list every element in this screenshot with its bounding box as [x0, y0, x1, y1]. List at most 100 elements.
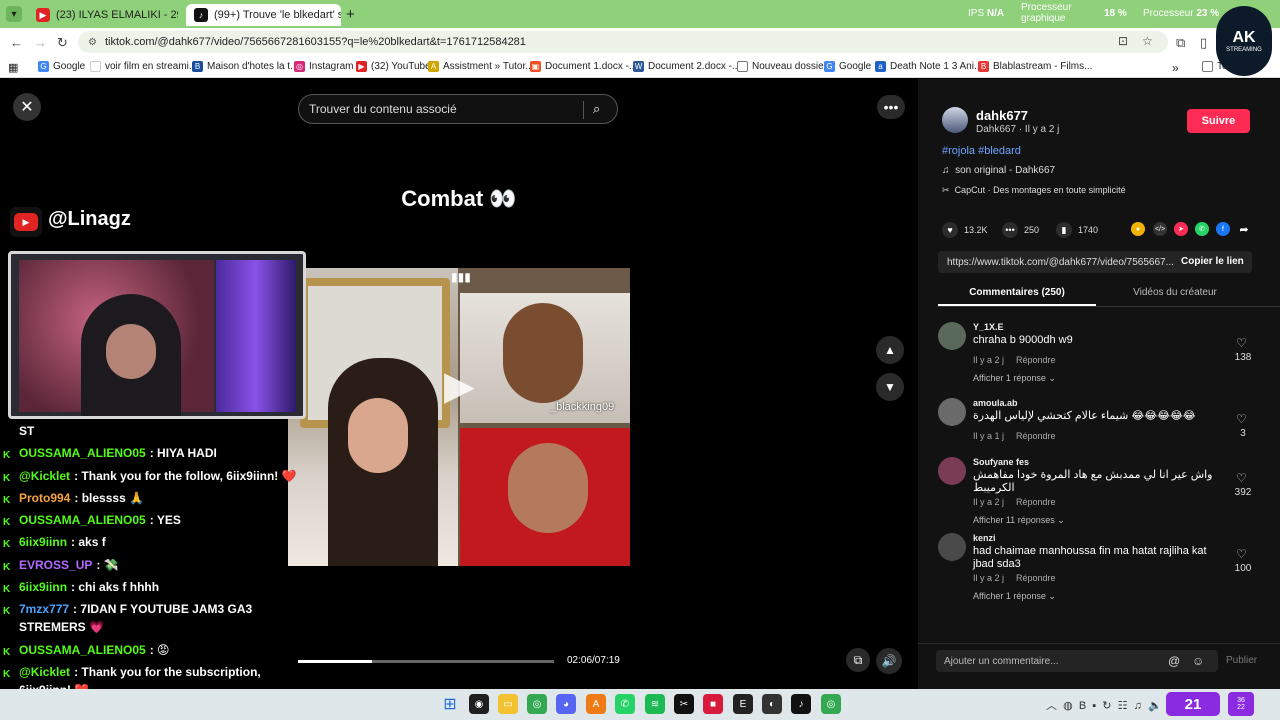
show-replies-link[interactable]: Afficher 1 réponse ⌄ [973, 373, 1056, 384]
play-icon[interactable]: ▶ [444, 363, 475, 409]
next-video-button[interactable]: ▼ [876, 373, 904, 401]
facebook-icon[interactable]: f [1216, 222, 1230, 236]
chat-username[interactable]: @Kicklet [19, 469, 70, 483]
search-icon[interactable]: ⌕ [593, 101, 600, 117]
spotify-icon[interactable]: ≋ [645, 694, 665, 714]
back-icon[interactable]: ← [10, 35, 23, 50]
commenter-username[interactable]: kenzi [973, 533, 996, 543]
commenter-avatar[interactable] [938, 457, 966, 485]
install-app-icon[interactable]: ⊡ [1118, 34, 1128, 48]
add-comment-input[interactable]: Ajouter un commentaire... @ ☺ [936, 650, 1218, 672]
mention-icon[interactable]: @ [1168, 654, 1180, 668]
url-bar[interactable]: ⚙ tiktok.com/@dahk677/video/756566728160… [78, 31, 1168, 53]
chat-username[interactable]: ST [19, 424, 34, 438]
bookmark-film[interactable]: voir film en streami... [90, 61, 197, 72]
commenter-username[interactable]: amoula.ab [973, 398, 1018, 408]
extensions-icon[interactable]: ⧉ [1176, 35, 1185, 51]
copy-link-button[interactable]: Copier le lien [1181, 256, 1244, 267]
video-progress-bar[interactable] [298, 660, 554, 663]
tab-comments[interactable]: Commentaires (250) [938, 287, 1096, 298]
bookmark-star-icon[interactable]: ☆ [1142, 34, 1153, 48]
comment-like-icon[interactable]: ♡ [1236, 412, 1247, 426]
comment-like-icon[interactable]: ♡ [1236, 471, 1247, 485]
save-count[interactable]: ▮ 1740 [1056, 222, 1098, 238]
bookmark-blablastream[interactable]: B Blablastream - Films... [978, 61, 1092, 72]
whatsapp-icon[interactable]: ✆ [615, 694, 635, 714]
reply-link[interactable]: Répondre [1016, 573, 1056, 583]
site-info-icon[interactable]: ⚙ [88, 37, 97, 48]
system-tray[interactable]: ︿ ◍ B ▪ ↻ ☷ ♫ 🔈 [1046, 697, 1162, 713]
bookmark-maison[interactable]: B Maison d'hotes la t... [192, 61, 298, 72]
picture-in-picture-button[interactable]: ⧉ [846, 648, 870, 672]
chat-username[interactable]: @Kicklet [19, 665, 70, 679]
chat-username[interactable]: 6iix9iinn [19, 535, 67, 549]
bookmark-google[interactable]: G Google [38, 61, 85, 72]
follow-button[interactable]: Suivre [1187, 109, 1250, 133]
chrome-active-icon[interactable]: ◎ [821, 694, 841, 714]
chat-username[interactable]: EVROSS_UP [19, 558, 92, 572]
author-avatar[interactable] [942, 107, 968, 133]
tab-youtube[interactable]: ▶ (23) ILYAS ELMALIKI - 29 / Octo × [28, 4, 178, 26]
bookmark-google-2[interactable]: G Google [824, 61, 871, 72]
tab-tiktok[interactable]: ♪ (99+) Trouve 'le blkedart' sur Tik × [186, 4, 341, 26]
chat-username[interactable]: 6iix9iinn [19, 580, 67, 594]
whatsapp-icon[interactable]: ✆ [1195, 222, 1209, 236]
chrome-icon[interactable]: ◎ [527, 694, 547, 714]
clock[interactable]: 36 22 [1228, 692, 1254, 716]
chat-username[interactable]: 7mzx777 [19, 602, 69, 616]
search-icon[interactable]: ◉ [469, 694, 489, 714]
chat-username[interactable]: Proto994 [19, 491, 70, 505]
bookmark-instagram[interactable]: ◎ Instagram [294, 61, 353, 72]
publish-button[interactable]: Publier [1226, 655, 1257, 666]
previous-video-button[interactable]: ▲ [876, 336, 904, 364]
related-search-input[interactable]: Trouver du contenu associé ⌕ [298, 94, 618, 124]
tiktok-icon[interactable]: ♪ [791, 694, 811, 714]
discord-icon[interactable]: ◕ [556, 694, 576, 714]
todo-icon[interactable]: ■ [703, 694, 723, 714]
like-count[interactable]: ♥ 13.2K [942, 222, 988, 238]
volume-button[interactable]: 🔊 [876, 648, 902, 674]
bookmark-assistment[interactable]: A Assistment » Tutor... [428, 61, 534, 72]
file-explorer-icon[interactable]: ▭ [498, 694, 518, 714]
reply-link[interactable]: Répondre [1016, 431, 1056, 441]
comment-count[interactable]: ••• 250 [1002, 222, 1039, 238]
sidebar-icon[interactable]: ▯ [1200, 35, 1207, 51]
video-player[interactable]: _blackking09 ▮▮▮ ▶ [288, 268, 630, 566]
chat-username[interactable]: OUSSAMA_ALIENO05 [19, 513, 146, 527]
epic-games-icon[interactable]: E [733, 694, 753, 714]
capcut-link[interactable]: ✂ CapCut · Des montages en toute simplic… [942, 185, 1126, 196]
kick-notification-badge[interactable]: 21 [1166, 692, 1220, 716]
reply-link[interactable]: Répondre [1016, 355, 1056, 365]
capcut-icon[interactable]: ✂ [674, 694, 694, 714]
comment-like-icon[interactable]: ♡ [1236, 547, 1247, 561]
bookmark-folder[interactable]: Nouveau dossier [737, 61, 827, 72]
show-replies-link[interactable]: Afficher 11 réponses ⌄ [973, 515, 1065, 526]
emoji-icon[interactable]: ☺ [1192, 654, 1204, 668]
reload-icon[interactable]: ↻ [57, 35, 68, 51]
more-options-button[interactable]: ••• [877, 95, 905, 119]
bookmark-document2[interactable]: W Document 2.docx -... [633, 61, 740, 72]
new-tab-button[interactable]: + [346, 6, 355, 23]
commenter-avatar[interactable] [938, 322, 966, 350]
comment-like-icon[interactable]: ♡ [1236, 336, 1247, 350]
share-arrow-icon[interactable]: ➦ [1237, 222, 1251, 236]
chat-username[interactable]: OUSSAMA_ALIENO05 [19, 643, 146, 657]
avast-icon[interactable]: A [586, 694, 606, 714]
close-player-button[interactable]: ✕ [13, 93, 41, 121]
obs-icon[interactable]: ◐ [762, 694, 782, 714]
commenter-username[interactable]: Soufyane fes [973, 457, 1029, 467]
apps-grid-icon[interactable]: ▦ [8, 61, 18, 74]
video-sound[interactable]: ♫ son original - Dahk667 [942, 165, 1055, 176]
send-icon[interactable]: ➤ [1174, 222, 1188, 236]
tab-search-icon[interactable]: ▾ [6, 6, 22, 22]
author-username[interactable]: dahk677 [976, 108, 1028, 123]
commenter-username[interactable]: Y_1X.E [973, 322, 1004, 332]
commenter-avatar[interactable] [938, 533, 966, 561]
bookmark-youtube[interactable]: ▶ (32) YouTube [356, 61, 431, 72]
tab-creator-videos[interactable]: Vidéos du créateur [1096, 287, 1254, 298]
embed-icon[interactable]: </> [1153, 222, 1167, 236]
video-hashtags[interactable]: #rojola #bledard [942, 145, 1021, 157]
commenter-avatar[interactable] [938, 398, 966, 426]
reply-link[interactable]: Répondre [1016, 497, 1056, 507]
coin-icon[interactable]: ● [1131, 222, 1145, 236]
